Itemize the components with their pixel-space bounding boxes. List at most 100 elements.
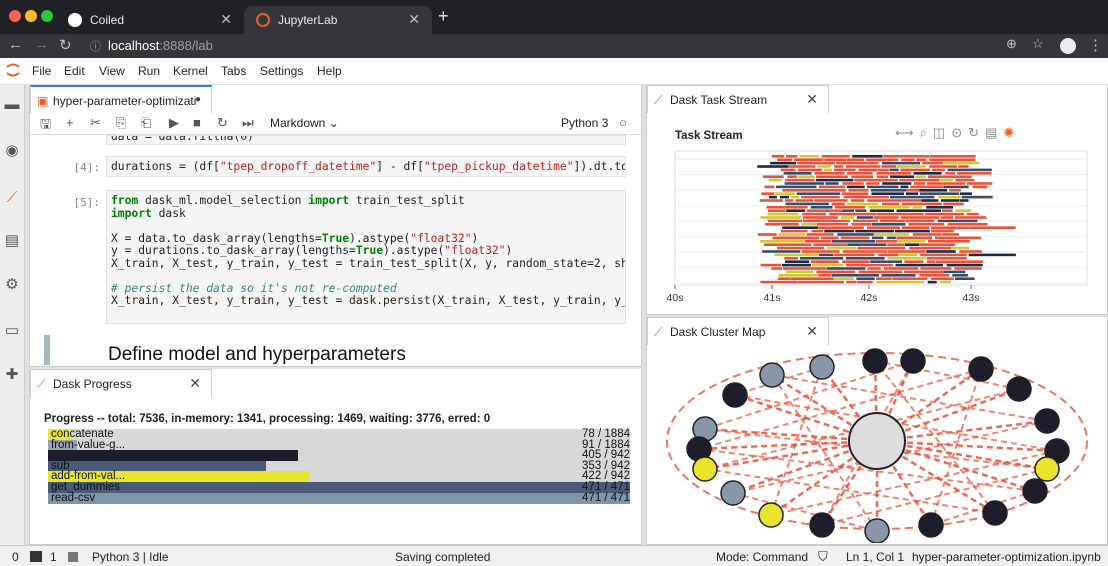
task-bar xyxy=(901,202,942,206)
menu-run[interactable]: Run xyxy=(138,64,160,78)
progress-label: read-csv xyxy=(51,491,96,504)
task-bar xyxy=(936,260,983,263)
menu-view[interactable]: View xyxy=(99,64,125,78)
task-stream-plot[interactable]: 40s 41s 42s 43s xyxy=(647,113,1107,313)
code-cell[interactable]: data = data.fillna(0) xyxy=(106,135,626,145)
extension-puzzle-icon[interactable]: ✚ xyxy=(4,367,20,383)
task-bar xyxy=(940,199,960,202)
task-bar xyxy=(842,250,888,253)
dask-progress-tab[interactable]: ⟋ Dask Progress ✕ xyxy=(30,369,212,397)
worker-node xyxy=(1034,408,1060,434)
restart-icon[interactable]: ↻ xyxy=(217,115,228,131)
task-bar xyxy=(804,240,831,243)
cell-type-select[interactable]: Markdown ⌄ xyxy=(270,116,339,130)
task-bar xyxy=(913,182,926,185)
browser-tab-coiled[interactable]: Coiled ✕ xyxy=(56,6,244,34)
task-bar xyxy=(915,175,926,178)
task-bar xyxy=(842,182,864,185)
task-bar xyxy=(899,178,940,182)
browser-tab-jupyterlab[interactable]: JupyterLab ✕ xyxy=(244,6,432,34)
dask-icon[interactable]: ⟋ xyxy=(4,190,20,206)
tabs-icon[interactable]: ▭ xyxy=(4,323,20,339)
task-bar xyxy=(847,185,865,189)
task-bar xyxy=(946,263,983,267)
task-bar xyxy=(890,175,915,178)
task-bar xyxy=(898,253,917,257)
progress-label: from-value-g... xyxy=(51,438,126,451)
task-bar xyxy=(900,168,930,172)
task-bar xyxy=(922,161,944,165)
task-bar xyxy=(851,223,872,226)
task-bar xyxy=(877,168,889,172)
cluster-map-graph[interactable] xyxy=(647,345,1107,543)
stop-icon[interactable]: ■ xyxy=(193,115,201,130)
task-bar xyxy=(827,246,857,250)
task-bar xyxy=(774,253,819,257)
unsaved-dot-icon[interactable]: ● xyxy=(195,94,201,105)
clipboard-icon[interactable]: ▤ xyxy=(4,233,20,249)
fast-forward-icon[interactable]: ⏭ xyxy=(242,115,254,131)
task-bar xyxy=(767,219,802,223)
task-stream-tab[interactable]: ⟋ Dask Task Stream ✕ xyxy=(647,85,829,113)
zoom-icon[interactable]: ⊕ xyxy=(1006,36,1017,52)
status-count[interactable]: 0 xyxy=(12,550,19,564)
shield-icon[interactable]: ⛉ xyxy=(818,549,828,565)
cut-icon[interactable]: ✂ xyxy=(90,115,101,131)
task-bar xyxy=(866,182,879,185)
reload-icon[interactable]: ↻ xyxy=(59,36,72,54)
x-tick-label: 43s xyxy=(963,292,980,304)
task-bar xyxy=(955,178,975,182)
worker-node xyxy=(692,456,718,482)
back-arrow-icon[interactable]: ← xyxy=(8,36,23,53)
code-cell[interactable]: from dask_ml.model_selection import trai… xyxy=(106,190,626,324)
menu-help[interactable]: Help xyxy=(317,64,342,78)
close-icon[interactable]: ✕ xyxy=(408,11,420,28)
close-icon[interactable]: ✕ xyxy=(220,11,232,28)
task-bar xyxy=(900,216,940,219)
notebook-tab[interactable]: ▣ hyper-parameter-optimizati ● xyxy=(30,85,212,113)
progress-count: 471 / 471 xyxy=(582,491,630,504)
url-field[interactable]: ⓘ localhost:8888/lab xyxy=(86,36,996,56)
gear-icon[interactable]: ⚙ xyxy=(4,277,20,293)
mode-indicator[interactable]: Mode: Command xyxy=(716,550,808,564)
task-bar xyxy=(759,199,783,202)
running-kernels-icon[interactable]: ◉ xyxy=(4,143,20,159)
task-bar xyxy=(836,161,879,165)
task-bar xyxy=(833,277,854,280)
copy-icon[interactable]: ⎘ xyxy=(116,115,126,131)
cluster-map-tab[interactable]: ⟋ Dask Cluster Map ✕ xyxy=(647,317,829,345)
forward-arrow-icon[interactable]: → xyxy=(34,36,49,53)
code-cell[interactable]: durations = (df["tpep_dropoff_datetime"]… xyxy=(106,156,626,177)
cluster-map-tab-label: Dask Cluster Map xyxy=(670,325,766,339)
cursor-position[interactable]: Ln 1, Col 1 xyxy=(846,550,904,564)
menu-kernel[interactable]: Kernel xyxy=(173,64,208,78)
task-bar xyxy=(780,168,796,172)
new-tab-plus-icon[interactable]: + xyxy=(438,6,449,27)
bookmark-star-icon[interactable]: ☆ xyxy=(1032,36,1044,52)
task-bar xyxy=(766,206,808,209)
menu-tabs[interactable]: Tabs xyxy=(221,64,246,78)
folder-icon[interactable]: ▬ xyxy=(4,97,20,113)
paste-icon[interactable]: ⎗ xyxy=(141,115,151,131)
kernel-name[interactable]: Python 3 xyxy=(561,116,608,130)
close-icon[interactable]: ✕ xyxy=(806,323,818,340)
more-menu-icon[interactable]: ⋮ xyxy=(1088,36,1103,54)
save-icon[interactable]: 🖫 xyxy=(40,115,51,137)
menu-file[interactable]: File xyxy=(32,64,51,78)
maximize-window-button[interactable] xyxy=(41,10,53,22)
transfer-edge xyxy=(704,468,996,514)
close-icon[interactable]: ✕ xyxy=(189,375,201,392)
task-bar xyxy=(869,209,895,212)
menu-edit[interactable]: Edit xyxy=(64,64,85,78)
task-bar xyxy=(853,219,878,223)
close-icon[interactable]: ✕ xyxy=(806,91,818,108)
minimize-window-button[interactable] xyxy=(25,10,37,22)
menu-settings[interactable]: Settings xyxy=(260,64,303,78)
task-bar xyxy=(831,274,879,277)
terminal-count[interactable]: 1 xyxy=(50,550,57,564)
run-icon[interactable]: ▶ xyxy=(169,115,179,131)
kernel-status[interactable]: Python 3 | Idle xyxy=(92,550,169,564)
add-cell-icon[interactable]: + xyxy=(66,115,74,130)
profile-avatar-icon[interactable] xyxy=(1060,38,1076,54)
close-window-button[interactable] xyxy=(9,10,21,22)
